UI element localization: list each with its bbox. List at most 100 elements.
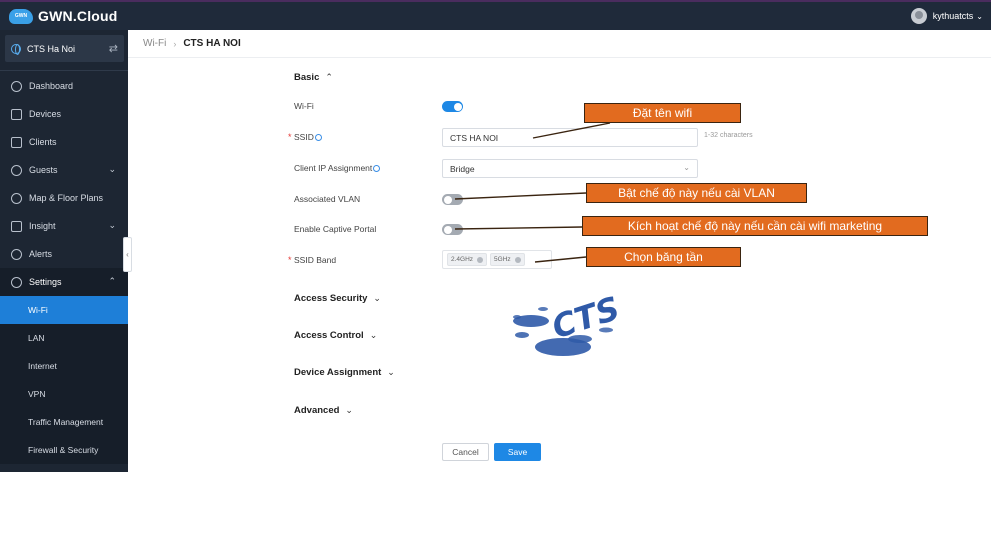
close-icon[interactable] bbox=[477, 256, 484, 263]
sidebar-item-label: Alerts bbox=[29, 249, 53, 259]
sidebar-item-settings[interactable]: Settings ⌃ bbox=[0, 268, 128, 296]
section-advanced[interactable]: Advanced ⌄ bbox=[294, 405, 353, 416]
info-icon[interactable] bbox=[314, 133, 322, 141]
swap-icon[interactable]: ⇄ bbox=[109, 42, 118, 55]
vlan-toggle[interactable] bbox=[442, 194, 463, 205]
required-marker: * bbox=[288, 255, 292, 265]
sidebar-item-insight[interactable]: Insight ⌄ bbox=[0, 212, 128, 240]
user-menu[interactable]: kythuatcts ⌄ bbox=[910, 8, 983, 24]
client-ip-select[interactable]: Bridge ⌄ bbox=[442, 159, 698, 178]
chevron-down-icon: ⌄ bbox=[108, 220, 116, 230]
devices-icon bbox=[11, 108, 22, 120]
section-access-control[interactable]: Access Control ⌄ bbox=[294, 330, 377, 341]
sidebar-item-label: Dashboard bbox=[29, 81, 74, 91]
band-tag-5ghz: 5GHz bbox=[490, 253, 525, 266]
chevron-down-icon: ⌄ bbox=[373, 293, 381, 303]
site-selector[interactable]: CTS Ha Noi ⇄ bbox=[5, 35, 124, 62]
chevron-left-icon: ‹ bbox=[126, 250, 129, 259]
watermark-text: CTS bbox=[547, 289, 624, 346]
cts-watermark-logo: CTS bbox=[513, 289, 624, 356]
avatar bbox=[910, 8, 927, 24]
section-basic[interactable]: Basic ⌃ bbox=[294, 72, 333, 83]
chevron-down-icon: ⌄ bbox=[369, 330, 378, 340]
insight-icon bbox=[11, 220, 22, 232]
callout-ssid: Đặt tên wifi bbox=[584, 103, 741, 123]
band-tag-24ghz: 2.4GHz bbox=[447, 253, 488, 266]
close-icon[interactable] bbox=[514, 256, 521, 263]
ssid-band-select[interactable]: 2.4GHz 5GHz bbox=[442, 250, 552, 269]
ssid-label: SSID bbox=[294, 132, 322, 142]
breadcrumb-parent[interactable]: Wi-Fi bbox=[143, 38, 166, 49]
section-device-assignment[interactable]: Device Assignment ⌄ bbox=[294, 367, 395, 378]
globe-icon bbox=[11, 43, 21, 55]
wifi-toggle[interactable] bbox=[442, 101, 463, 112]
bell-icon bbox=[11, 248, 22, 260]
sidebar-subitem-internet[interactable]: Internet bbox=[0, 352, 128, 380]
cancel-button[interactable]: Cancel bbox=[442, 443, 489, 461]
sidebar-subitem-wifi[interactable]: Wi-Fi bbox=[0, 296, 128, 324]
ssid-band-label: SSID Band bbox=[294, 255, 337, 265]
callout-captive-portal: Kích hoạt chế độ này nếu cần cài wifi ma… bbox=[582, 216, 928, 236]
sidebar-item-label: Insight bbox=[29, 221, 56, 231]
section-title: Advanced bbox=[294, 405, 340, 416]
callout-pointers bbox=[454, 122, 611, 263]
chevron-up-icon: ⌃ bbox=[325, 72, 333, 82]
breadcrumb: Wi-Fi › CTS HA NOI bbox=[128, 30, 991, 58]
sidebar-item-clients[interactable]: Clients bbox=[0, 128, 128, 156]
band-tag-label: 5GHz bbox=[494, 256, 511, 263]
sidebar-subitem-traffic-management[interactable]: Traffic Management bbox=[0, 408, 128, 436]
sidebar-item-alerts[interactable]: Alerts bbox=[0, 240, 128, 268]
dashboard-icon bbox=[11, 80, 22, 92]
sidebar-item-label: Devices bbox=[29, 109, 62, 119]
captive-portal-toggle[interactable] bbox=[442, 224, 463, 235]
callout-vlan: Bật chế độ này nếu cài VLAN bbox=[586, 183, 807, 203]
brand-name: GWN.Cloud bbox=[38, 8, 118, 24]
ssid-hint: 1-32 characters bbox=[704, 132, 753, 139]
sidebar-item-label: Settings bbox=[29, 277, 62, 287]
sidebar-subitem-firewall-security[interactable]: Firewall & Security bbox=[0, 436, 128, 464]
chevron-down-icon: ⌄ bbox=[345, 405, 353, 415]
sidebar: CTS Ha Noi ⇄ Dashboard Devices Clients G… bbox=[0, 30, 128, 472]
sidebar-subitem-lan[interactable]: LAN bbox=[0, 324, 128, 352]
sidebar-item-dashboard[interactable]: Dashboard bbox=[0, 72, 128, 100]
section-access-security[interactable]: Access Security ⌄ bbox=[294, 293, 381, 304]
band-tag-label: 2.4GHz bbox=[451, 256, 474, 263]
callout-band: Chọn băng tần bbox=[586, 247, 741, 267]
chevron-right-icon: › bbox=[173, 38, 177, 49]
chevron-up-icon: ⌃ bbox=[108, 276, 116, 286]
chevron-down-icon: ⌄ bbox=[108, 164, 116, 174]
site-name: CTS Ha Noi bbox=[27, 43, 76, 54]
section-title: Device Assignment bbox=[294, 367, 382, 378]
username: kythuatcts bbox=[932, 11, 974, 21]
map-icon bbox=[11, 192, 22, 204]
chevron-down-icon: ⌄ bbox=[683, 163, 690, 172]
ssid-value: CTS HA NOI bbox=[450, 132, 499, 143]
client-ip-value: Bridge bbox=[450, 163, 475, 174]
sidebar-collapse-button[interactable]: ‹ bbox=[123, 237, 132, 272]
sidebar-item-devices[interactable]: Devices bbox=[0, 100, 128, 128]
top-bar: GWN GWN.Cloud kythuatcts ⌄ bbox=[0, 0, 991, 30]
section-title: Access Security bbox=[294, 293, 368, 304]
sidebar-item-map[interactable]: Map & Floor Plans bbox=[0, 184, 128, 212]
ssid-input[interactable]: CTS HA NOI bbox=[442, 128, 698, 147]
section-title: Basic bbox=[294, 72, 320, 83]
sidebar-item-label: Clients bbox=[29, 137, 57, 147]
info-icon[interactable] bbox=[373, 164, 381, 172]
guests-icon bbox=[11, 164, 22, 176]
section-title: Access Control bbox=[294, 330, 364, 341]
divider bbox=[0, 70, 128, 71]
captive-portal-label: Enable Captive Portal bbox=[294, 224, 377, 234]
page-title: CTS HA NOI bbox=[183, 38, 241, 49]
brand-logo[interactable]: GWN GWN.Cloud bbox=[9, 8, 118, 24]
chevron-down-icon: ⌄ bbox=[976, 11, 983, 21]
vlan-label: Associated VLAN bbox=[294, 194, 361, 204]
sidebar-subitem-vpn[interactable]: VPN bbox=[0, 380, 128, 408]
sidebar-nav: Dashboard Devices Clients Guests ⌄ Map &… bbox=[0, 72, 128, 464]
clients-icon bbox=[11, 136, 22, 148]
wifi-label: Wi-Fi bbox=[294, 101, 314, 111]
cloud-logo-icon: GWN bbox=[9, 8, 33, 24]
sidebar-item-guests[interactable]: Guests ⌄ bbox=[0, 156, 128, 184]
save-button[interactable]: Save bbox=[494, 443, 541, 461]
sidebar-item-label: Map & Floor Plans bbox=[29, 193, 104, 203]
gear-icon bbox=[11, 276, 22, 288]
